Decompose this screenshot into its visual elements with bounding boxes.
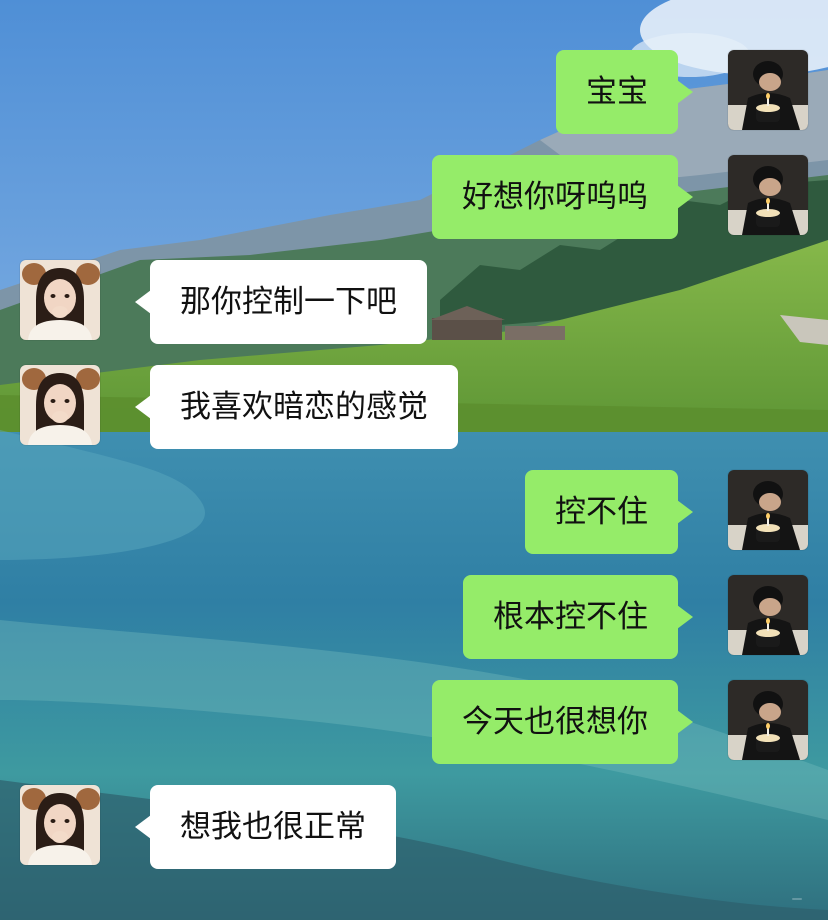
boy-with-cake-avatar[interactable] (728, 50, 808, 130)
received-message-bubble[interactable]: 那你控制一下吧 (135, 260, 427, 344)
sent-message-bubble[interactable]: 宝宝 (556, 50, 693, 134)
boy-with-cake-avatar[interactable] (728, 470, 808, 550)
sent-message-bubble[interactable]: 好想你呀呜呜 (432, 155, 693, 239)
sent-message-bubble[interactable]: 控不住 (525, 470, 693, 554)
message-row-received: 想我也很正常 (0, 785, 828, 869)
boy-with-cake-avatar[interactable] (728, 155, 808, 235)
boy-avatar-icon (728, 680, 808, 760)
boy-avatar-icon (728, 470, 808, 550)
girl-avatar-icon (20, 260, 100, 340)
sent-message-bubble[interactable]: 根本控不住 (463, 575, 693, 659)
girl-avatar-icon (20, 785, 100, 865)
sent-message-bubble[interactable]: 今天也很想你 (432, 680, 693, 764)
message-row-sent: 控不住 (0, 470, 828, 554)
boy-with-cake-avatar[interactable] (728, 575, 808, 655)
received-message-bubble[interactable]: 想我也很正常 (135, 785, 396, 869)
girl-avatar-icon (20, 365, 100, 445)
girl-avatar[interactable] (20, 365, 100, 445)
girl-avatar[interactable] (20, 785, 100, 865)
message-row-sent: 根本控不住 (0, 575, 828, 659)
boy-avatar-icon (728, 50, 808, 130)
message-row-received: 我喜欢暗恋的感觉 (0, 365, 828, 449)
boy-avatar-icon (728, 155, 808, 235)
message-row-received: 那你控制一下吧 (0, 260, 828, 344)
boy-with-cake-avatar[interactable] (728, 680, 808, 760)
received-message-bubble[interactable]: 我喜欢暗恋的感觉 (135, 365, 458, 449)
message-row-sent: 今天也很想你 (0, 680, 828, 764)
message-row-sent: 好想你呀呜呜 (0, 155, 828, 239)
message-row-sent: 宝宝 (0, 50, 828, 134)
boy-avatar-icon (728, 575, 808, 655)
watermark-badge (792, 898, 802, 900)
girl-avatar[interactable] (20, 260, 100, 340)
chat-message-list[interactable]: 宝宝 好想你呀呜呜 那你控制一下吧 我喜欢暗恋的感觉 控不住 根本控不住 今天也… (0, 0, 828, 920)
